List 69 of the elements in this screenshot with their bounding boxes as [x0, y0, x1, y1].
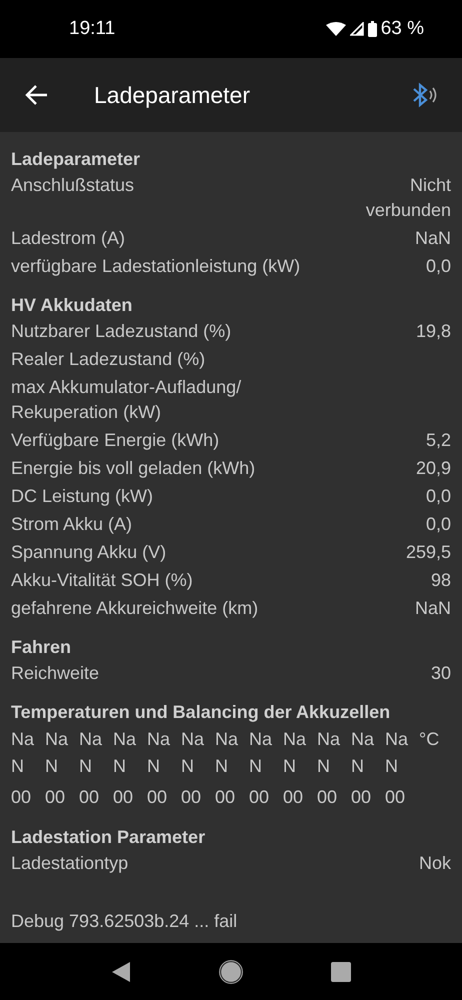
section-heading: Ladestation Parameter — [11, 826, 206, 849]
cell-temperature: Na N — [79, 728, 102, 778]
parameter-label: Energie bis voll geladen (kWh) — [11, 457, 256, 480]
parameter-label: Realer Ladezustand (%) — [11, 348, 206, 371]
section-heading: Temperaturen und Balancing der Akkuzellen — [11, 701, 392, 724]
parameter-value: 0,0 — [426, 485, 451, 508]
cell-temperature: Na N — [181, 728, 204, 778]
temperature-unit: °C — [419, 728, 440, 751]
cell-temperature: Na N — [11, 728, 34, 778]
screen-title: Ladeparameter — [94, 82, 251, 108]
wifi-icon — [326, 22, 346, 36]
cell-balancing: 00 — [147, 786, 168, 809]
parameter-label: Strom Akku (A) — [11, 513, 132, 536]
status-time: 19:11 — [69, 18, 116, 40]
parameter-label: Spannung Akku (V) — [11, 541, 166, 564]
parameter-value: NaN — [414, 227, 451, 250]
back-arrow-icon[interactable] — [25, 84, 49, 106]
cell-temperature: Na N — [249, 728, 272, 778]
cell-balancing: 00 — [79, 786, 100, 809]
section-heading: Fahren — [11, 636, 72, 659]
cell-temperature: Na N — [215, 728, 238, 778]
parameter-value: NaN — [414, 597, 451, 620]
parameter-label: max Akkumulator-Aufladung/ Rekuperation (kW) — [11, 376, 242, 424]
parameter-value: 19,8 — [416, 320, 451, 343]
cell-balancing: 00 — [45, 786, 66, 809]
parameter-label: Ladestrom (A) — [11, 227, 126, 250]
parameter-value: 98 — [430, 569, 451, 592]
parameter-value: 0,0 — [426, 513, 451, 536]
parameter-value: 259,5 — [406, 541, 451, 564]
parameter-label: Reichweite — [11, 662, 100, 685]
cell-temperature: Na N — [45, 728, 68, 778]
debug-text: Debug 793.62503b.24 ... fail — [11, 910, 238, 933]
parameter-label: Verfügbare Energie (kWh) — [11, 429, 220, 452]
parameter-label: DC Leistung (kW) — [11, 485, 154, 508]
cell-balancing: 00 — [11, 786, 32, 809]
parameter-label: Ladestationtyp — [11, 852, 128, 875]
parameter-value: Nok — [418, 852, 451, 875]
parameter-value: 5,2 — [426, 429, 451, 452]
section-heading: HV Akkudaten — [11, 294, 134, 317]
cell-balancing: 00 — [249, 786, 270, 809]
cell-balancing: 00 — [317, 786, 338, 809]
recents-icon[interactable] — [331, 962, 351, 982]
cell-balancing: 00 — [181, 786, 202, 809]
parameter-value: 30 — [430, 662, 451, 685]
parameter-label: Akku-Vitalität SOH (%) — [11, 569, 193, 592]
parameter-label: Nutzbarer Ladezustand (%) — [11, 320, 232, 343]
battery-icon — [368, 21, 377, 37]
cell-temperature: Na N — [317, 728, 340, 778]
parameter-label: Anschlußstatus — [11, 174, 134, 197]
parameter-label: verfügbare Ladestationleistung (kW) — [11, 255, 300, 278]
cell-temperature: Na N — [283, 728, 306, 778]
cell-temperature: Na N — [385, 728, 408, 778]
cell-balancing: 00 — [283, 786, 304, 809]
cell-temperature: Na N — [147, 728, 170, 778]
parameter-value: Nicht verbunden — [364, 174, 451, 222]
cell-balancing: 00 — [215, 786, 236, 809]
parameter-value: 0,0 — [426, 255, 451, 278]
battery-percent: 63 % — [380, 18, 424, 40]
cell-temperature: Na N — [113, 728, 136, 778]
signal-icon — [350, 22, 364, 36]
back-icon[interactable] — [111, 960, 131, 982]
cell-balancing: 00 — [385, 786, 406, 809]
section-heading: Ladeparameter — [11, 148, 142, 171]
home-icon[interactable] — [219, 960, 243, 984]
cell-balancing: 00 — [351, 786, 372, 809]
cell-balancing: 00 — [113, 786, 134, 809]
parameter-label: gefahrene Akkureichweite (km) — [11, 597, 258, 620]
cell-temperature: Na N — [351, 728, 374, 778]
parameter-value: 20,9 — [416, 457, 451, 480]
